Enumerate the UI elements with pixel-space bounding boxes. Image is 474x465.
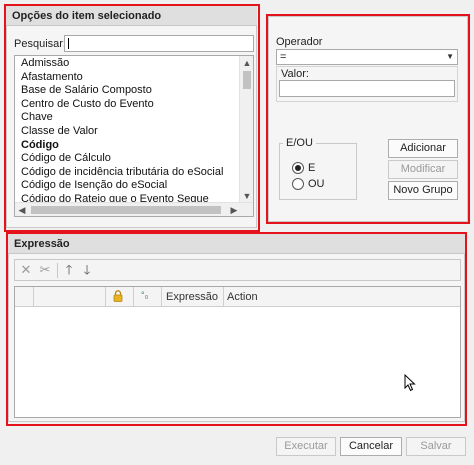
lock-icon[interactable] bbox=[113, 290, 123, 302]
list-item[interactable]: Código de Cálculo bbox=[21, 152, 111, 164]
col-separator bbox=[161, 287, 162, 307]
save-button[interactable]: Salvar bbox=[406, 437, 466, 456]
operator-select[interactable]: = ▼ bbox=[276, 49, 458, 65]
col-expression[interactable]: Expressão bbox=[166, 291, 218, 303]
radio-or[interactable] bbox=[292, 178, 304, 190]
list-item[interactable]: Centro de Custo do Evento bbox=[21, 98, 154, 110]
list-item[interactable]: Base de Salário Composto bbox=[21, 84, 152, 96]
item-options-title: Opções do item selecionado bbox=[12, 10, 162, 22]
col-separator bbox=[105, 287, 106, 307]
toolbar-separator bbox=[57, 263, 58, 278]
move-down-icon[interactable]: 🡓 bbox=[79, 262, 95, 278]
scroll-up-icon[interactable]: ▲ bbox=[240, 57, 253, 69]
list-item[interactable]: Código bbox=[21, 139, 59, 151]
execute-button[interactable]: Executar bbox=[276, 437, 336, 456]
expression-grid[interactable]: °₀ Expressão Action bbox=[14, 286, 461, 418]
text-caret bbox=[68, 38, 69, 49]
scroll-down-icon[interactable]: ▼ bbox=[240, 190, 253, 202]
chevron-down-icon[interactable]: ▼ bbox=[446, 52, 454, 61]
list-item[interactable]: Código de Isenção do eSocial bbox=[21, 179, 167, 191]
radio-and[interactable] bbox=[292, 162, 304, 174]
value-label: Valor: bbox=[281, 68, 309, 80]
horizontal-scrollbar[interactable]: ◀ ▶ bbox=[15, 202, 253, 216]
search-label: Pesquisar: bbox=[14, 38, 66, 50]
col-separator bbox=[33, 287, 34, 307]
scroll-right-icon[interactable]: ▶ bbox=[228, 204, 240, 216]
radio-or-label: OU bbox=[308, 178, 325, 190]
col-separator bbox=[133, 287, 134, 307]
grid-header: °₀ Expressão Action bbox=[15, 287, 460, 307]
list-item[interactable]: Admissão bbox=[21, 57, 69, 69]
col-action[interactable]: Action bbox=[227, 291, 258, 303]
list-item[interactable]: Código de incidência tributária do eSoci… bbox=[21, 166, 223, 178]
operator-label: Operador bbox=[276, 36, 323, 48]
expression-header: Expressão bbox=[8, 234, 465, 254]
new-group-button[interactable]: Novo Grupo bbox=[388, 181, 458, 200]
modify-button[interactable]: Modificar bbox=[388, 160, 458, 179]
scroll-thumb[interactable] bbox=[243, 71, 251, 89]
expression-toolbar: ✕ ✂ 🡑 🡓 bbox=[14, 259, 461, 281]
item-options-header: Opções do item selecionado bbox=[6, 6, 257, 26]
radio-and-label: E bbox=[308, 162, 316, 174]
logic-fieldset bbox=[279, 143, 357, 200]
group-icon[interactable]: °₀ bbox=[141, 290, 148, 300]
search-input[interactable] bbox=[64, 35, 254, 52]
expression-title: Expressão bbox=[14, 238, 70, 250]
scroll-left-icon[interactable]: ◀ bbox=[16, 204, 28, 216]
mouse-cursor-icon bbox=[404, 373, 416, 392]
vertical-scrollbar[interactable]: ▲ ▼ bbox=[239, 56, 253, 203]
item-options-list[interactable]: Admissão Afastamento Base de Salário Compo… bbox=[14, 55, 254, 217]
list-item[interactable]: Chave bbox=[21, 111, 53, 123]
list-item[interactable]: Afastamento bbox=[21, 71, 83, 83]
add-button[interactable]: Adicionar bbox=[388, 139, 458, 158]
list-item[interactable]: Classe de Valor bbox=[21, 125, 98, 137]
cancel-button[interactable]: Cancelar bbox=[340, 437, 402, 456]
col-separator bbox=[223, 287, 224, 307]
move-up-icon[interactable]: 🡑 bbox=[61, 262, 77, 278]
value-field[interactable] bbox=[279, 80, 455, 97]
delete-icon[interactable]: ✕ bbox=[18, 262, 34, 278]
clear-all-icon[interactable]: ✂ bbox=[37, 262, 53, 278]
logic-legend: E/OU bbox=[283, 137, 316, 149]
scroll-h-thumb[interactable] bbox=[31, 206, 221, 214]
